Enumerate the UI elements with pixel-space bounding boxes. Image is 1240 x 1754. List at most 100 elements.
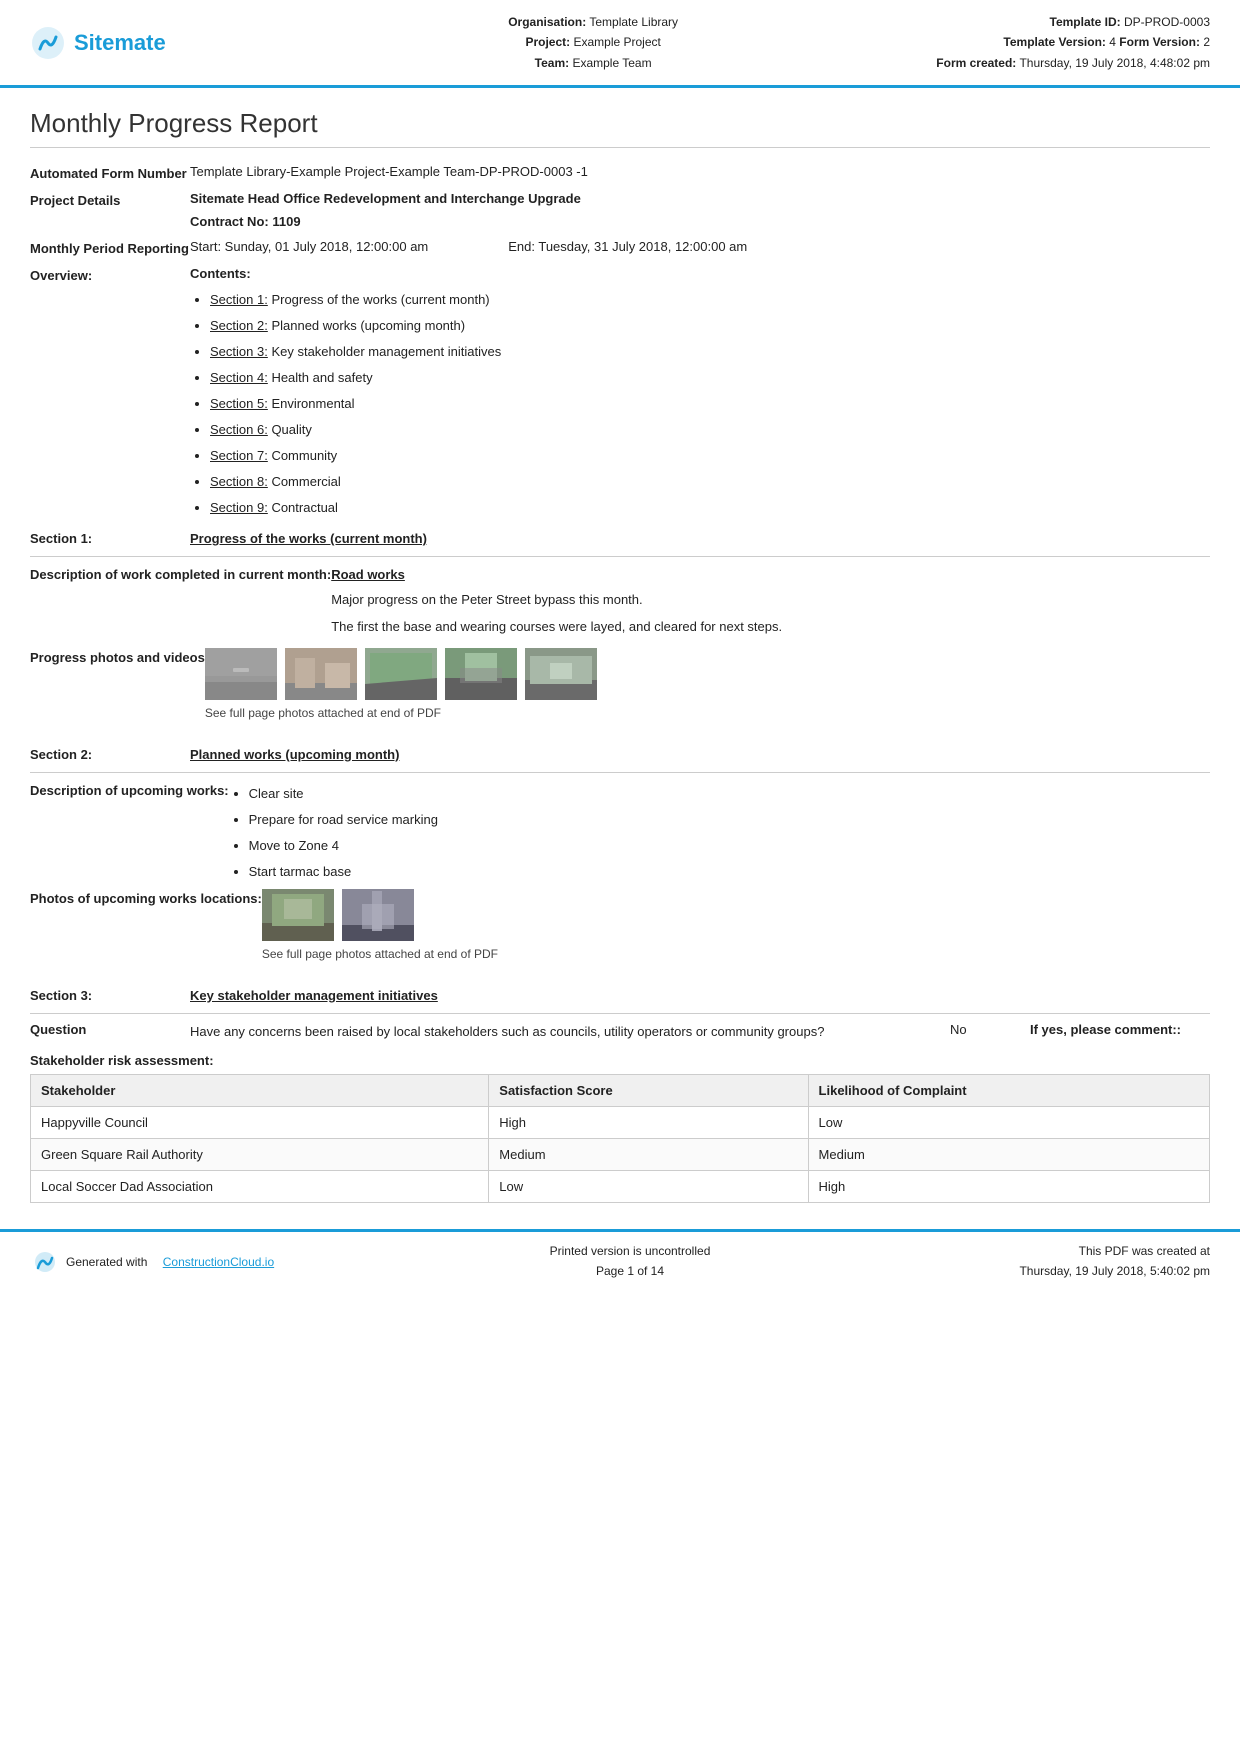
header-right: Template ID: DP-PROD-0003 Template Versi… bbox=[936, 12, 1210, 73]
progress-photos-row: Progress photos and videos bbox=[30, 648, 1210, 723]
form-version-label: Form Version: bbox=[1119, 35, 1200, 49]
form-version-value: 2 bbox=[1203, 35, 1210, 49]
divider-1 bbox=[30, 556, 1210, 557]
photo-thumb-2 bbox=[285, 648, 357, 700]
form-number-label: Automated Form Number bbox=[30, 164, 190, 181]
progress-photos-label: Progress photos and videos bbox=[30, 648, 205, 723]
photos-caption-1: See full page photos attached at end of … bbox=[205, 704, 1210, 723]
contents-list: Section 1: Progress of the works (curren… bbox=[190, 287, 1210, 521]
photo-thumb-1 bbox=[205, 648, 277, 700]
footer-logo-icon bbox=[30, 1250, 60, 1274]
list-item: Start tarmac base bbox=[249, 859, 1210, 885]
table-header-row: Stakeholder Satisfaction Score Likelihoo… bbox=[31, 1075, 1210, 1107]
list-item: Section 2: Planned works (upcoming month… bbox=[210, 313, 1210, 339]
table-body: Happyville CouncilHighLowGreen Square Ra… bbox=[31, 1107, 1210, 1203]
page-title: Monthly Progress Report bbox=[30, 108, 1210, 148]
question-ifyes: If yes, please comment:: bbox=[1030, 1022, 1210, 1037]
project-details-row: Project Details Sitemate Head Office Red… bbox=[30, 191, 1210, 229]
table-cell: High bbox=[489, 1107, 808, 1139]
contents-link[interactable]: Section 7: bbox=[210, 448, 268, 463]
period-row: Monthly Period Reporting Start: Sunday, … bbox=[30, 239, 1210, 256]
form-created-value: Thursday, 19 July 2018, 4:48:02 pm bbox=[1019, 56, 1210, 70]
road-works-text2: The first the base and wearing courses w… bbox=[331, 617, 1210, 638]
list-item: Section 9: Contractual bbox=[210, 495, 1210, 521]
contents-item-text: Planned works (upcoming month) bbox=[268, 318, 465, 333]
period-start: Start: Sunday, 01 July 2018, 12:00:00 am bbox=[190, 239, 428, 256]
form-number-value: Template Library-Example Project-Example… bbox=[190, 164, 1210, 181]
photos-caption-2: See full page photos attached at end of … bbox=[262, 945, 1210, 964]
divider-2 bbox=[30, 772, 1210, 773]
table-head: Stakeholder Satisfaction Score Likelihoo… bbox=[31, 1075, 1210, 1107]
page-footer: Generated with ConstructionCloud.io Prin… bbox=[0, 1229, 1240, 1290]
list-item: Section 4: Health and safety bbox=[210, 365, 1210, 391]
section1-header-row: Section 1: Progress of the works (curren… bbox=[30, 531, 1210, 546]
table-cell: High bbox=[808, 1171, 1209, 1203]
photos-upcoming-row: Photos of upcoming works locations: bbox=[30, 889, 1210, 964]
list-item: Section 3: Key stakeholder management in… bbox=[210, 339, 1210, 365]
contract-value: 1109 bbox=[272, 214, 300, 229]
list-item: Move to Zone 4 bbox=[249, 833, 1210, 859]
section2-label: Section 2: bbox=[30, 747, 190, 762]
page-header: Sitemate Organisation: Template Library … bbox=[0, 0, 1240, 88]
header-meta: Organisation: Template Library Project: … bbox=[250, 12, 936, 73]
main-content: Monthly Progress Report Automated Form N… bbox=[0, 88, 1240, 1213]
project-details-value: Sitemate Head Office Redevelopment and I… bbox=[190, 191, 1210, 229]
table-cell: Green Square Rail Authority bbox=[31, 1139, 489, 1171]
contents-item-text: Environmental bbox=[268, 396, 355, 411]
project-details-text: Sitemate Head Office Redevelopment and I… bbox=[190, 191, 581, 206]
section1-title: Progress of the works (current month) bbox=[190, 531, 427, 546]
contents-link[interactable]: Section 6: bbox=[210, 422, 268, 437]
contents-link[interactable]: Section 1: bbox=[210, 292, 268, 307]
contents-item-text: Key stakeholder management initiatives bbox=[268, 344, 501, 359]
list-item: Clear site bbox=[249, 781, 1210, 807]
road-works-title: Road works bbox=[331, 565, 1210, 586]
footer-generated-text: Generated with bbox=[66, 1255, 147, 1269]
col-stakeholder: Stakeholder bbox=[31, 1075, 489, 1107]
logo-area: Sitemate bbox=[30, 25, 250, 61]
contents-link[interactable]: Section 5: bbox=[210, 396, 268, 411]
section3-label: Section 3: bbox=[30, 988, 190, 1003]
footer-left: Generated with ConstructionCloud.io bbox=[30, 1250, 310, 1274]
overview-label: Overview: bbox=[30, 266, 190, 521]
photo-thumb-3 bbox=[365, 648, 437, 700]
question-row: Question Have any concerns been raised b… bbox=[30, 1022, 1210, 1042]
table-cell: Medium bbox=[808, 1139, 1209, 1171]
contents-link[interactable]: Section 9: bbox=[210, 500, 268, 515]
contents-link[interactable]: Section 3: bbox=[210, 344, 268, 359]
photo-thumb-5 bbox=[525, 648, 597, 700]
overview-row: Overview: Contents: Section 1: Progress … bbox=[30, 266, 1210, 521]
list-item: Prepare for road service marking bbox=[249, 807, 1210, 833]
contents-item-text: Health and safety bbox=[268, 370, 373, 385]
org-value: Template Library bbox=[589, 15, 678, 29]
stakeholder-title: Stakeholder risk assessment: bbox=[30, 1053, 1210, 1068]
contents-link[interactable]: Section 8: bbox=[210, 474, 268, 489]
road-works-text1: Major progress on the Peter Street bypas… bbox=[331, 590, 1210, 611]
desc-work-value: Road works Major progress on the Peter S… bbox=[331, 565, 1210, 643]
org-label: Organisation: bbox=[508, 15, 586, 29]
sitemate-logo-icon bbox=[30, 25, 66, 61]
photo-thumb-4 bbox=[445, 648, 517, 700]
contents-item-text: Progress of the works (current month) bbox=[268, 292, 490, 307]
photo-upcoming-1 bbox=[262, 889, 334, 941]
col-satisfaction: Satisfaction Score bbox=[489, 1075, 808, 1107]
list-item: Section 1: Progress of the works (curren… bbox=[210, 287, 1210, 313]
desc-work-row: Description of work completed in current… bbox=[30, 565, 1210, 643]
section2-header-row: Section 2: Planned works (upcoming month… bbox=[30, 747, 1210, 762]
section3-header-row: Section 3: Key stakeholder management in… bbox=[30, 988, 1210, 1003]
divider-3 bbox=[30, 1013, 1210, 1014]
contents-item-text: Contractual bbox=[268, 500, 338, 515]
footer-link[interactable]: ConstructionCloud.io bbox=[163, 1255, 274, 1269]
question-no: No bbox=[950, 1022, 1010, 1037]
contents-item-text: Community bbox=[268, 448, 337, 463]
contents-item-text: Commercial bbox=[268, 474, 341, 489]
section2-title: Planned works (upcoming month) bbox=[190, 747, 399, 762]
project-value: Example Project bbox=[573, 35, 660, 49]
team-value: Example Team bbox=[572, 56, 651, 70]
contract-no: Contract No: 1109 bbox=[190, 214, 1210, 229]
desc-upcoming-row: Description of upcoming works: Clear sit… bbox=[30, 781, 1210, 885]
photos-area-1 bbox=[205, 648, 1210, 700]
col-likelihood: Likelihood of Complaint bbox=[808, 1075, 1209, 1107]
table-row: Happyville CouncilHighLow bbox=[31, 1107, 1210, 1139]
contents-link[interactable]: Section 2: bbox=[210, 318, 268, 333]
contents-link[interactable]: Section 4: bbox=[210, 370, 268, 385]
